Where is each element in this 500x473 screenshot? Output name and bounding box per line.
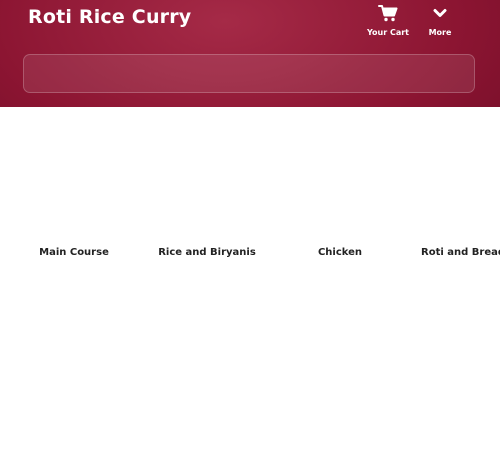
- category-image: [400, 107, 500, 239]
- cart-button[interactable]: Your Cart: [364, 0, 412, 44]
- category-label: Chicken: [317, 247, 363, 258]
- category-rice-and-biryanis[interactable]: Rice and Biryanis: [141, 107, 273, 272]
- app-header: Roti Rice Curry Your Cart More: [0, 0, 500, 107]
- category-image: [274, 107, 406, 239]
- category-image: [141, 107, 273, 239]
- search-input[interactable]: [23, 54, 475, 93]
- category-roti-and-breads[interactable]: Roti and Breads: [400, 107, 500, 272]
- cart-label: Your Cart: [366, 28, 410, 37]
- category-label: Roti and Breads: [421, 247, 500, 258]
- category-chicken[interactable]: Chicken: [274, 107, 406, 272]
- more-button[interactable]: More: [420, 0, 460, 44]
- chevron-down-icon: [433, 0, 447, 26]
- category-label: Rice and Biryanis: [158, 247, 256, 258]
- more-label: More: [428, 28, 452, 37]
- category-label: Main Course: [39, 247, 109, 258]
- shopping-cart-icon: [378, 0, 398, 26]
- app-title: Roti Rice Curry: [28, 6, 192, 28]
- category-main-course[interactable]: Main Course: [8, 107, 140, 272]
- category-carousel: Main Course Rice and Biryanis Chicken Ro…: [0, 107, 500, 277]
- category-image: [8, 107, 140, 239]
